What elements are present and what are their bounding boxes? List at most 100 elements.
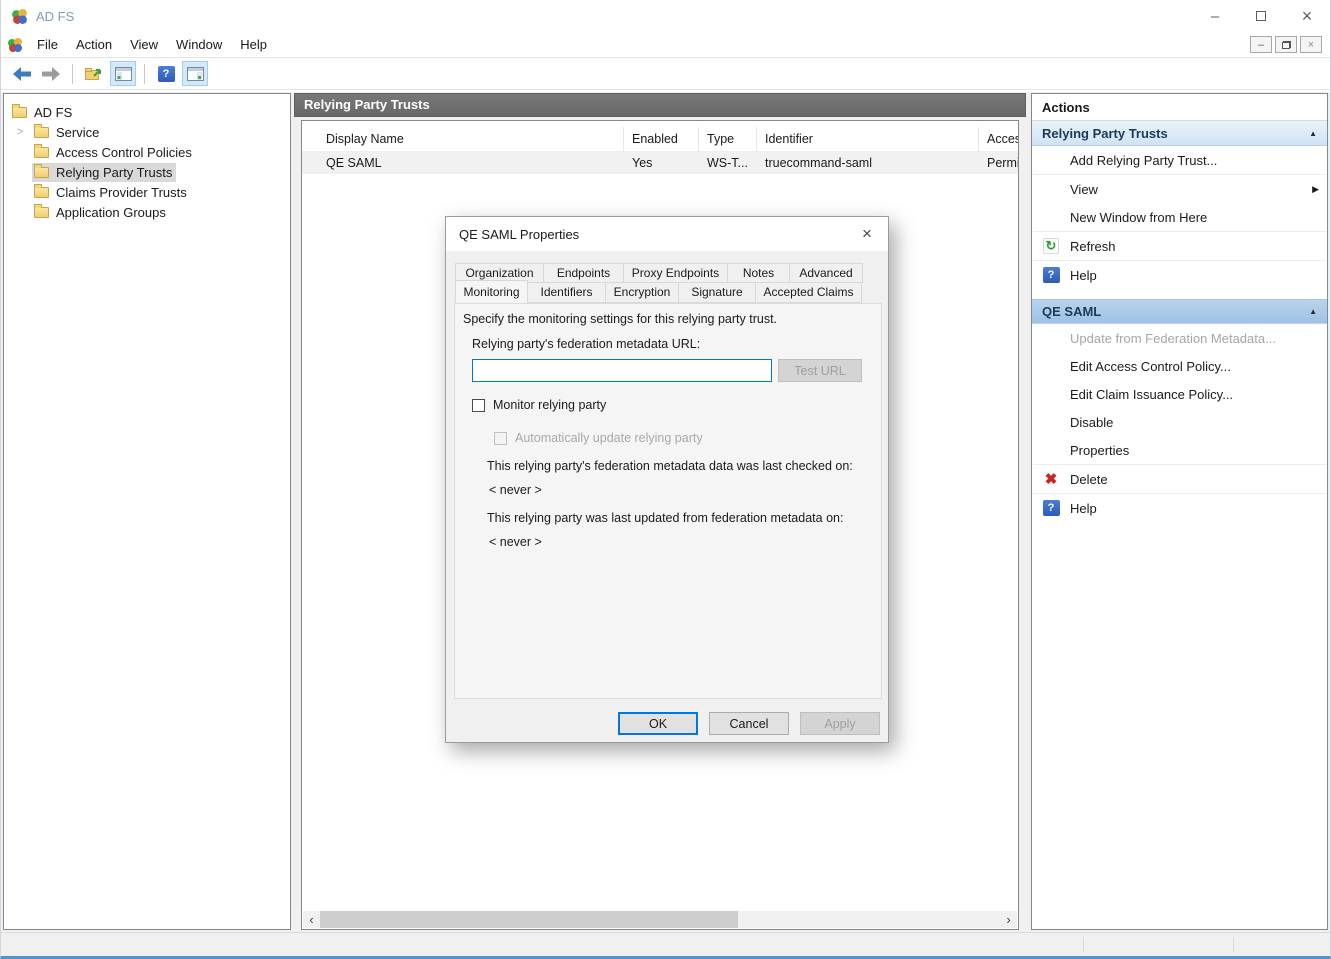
tree-node-access-control-policies[interactable]: Access Control Policies bbox=[4, 142, 290, 162]
refresh-icon-wrap: ↻ bbox=[1041, 238, 1061, 254]
toolbar-separator bbox=[144, 64, 145, 84]
action-edit-access-control-policy[interactable]: Edit Access Control Policy... bbox=[1032, 352, 1327, 380]
column-header-enabled[interactable]: Enabled bbox=[624, 127, 699, 151]
tab-accepted-claims[interactable]: Accepted Claims bbox=[755, 282, 862, 303]
maximize-icon bbox=[1256, 11, 1266, 21]
tab-advanced[interactable]: Advanced bbox=[789, 263, 863, 283]
help-icon-wrap: ? bbox=[1041, 500, 1061, 516]
title-bar: AD FS – × bbox=[1, 0, 1330, 32]
table-row-qe-saml[interactable]: QE SAML Yes WS-T... truecommand-saml Per… bbox=[302, 152, 1018, 174]
column-header-type[interactable]: Type bbox=[699, 127, 757, 151]
mdi-minimize-button[interactable]: – bbox=[1250, 36, 1272, 53]
toolbar: ? bbox=[1, 58, 1330, 90]
tab-signature[interactable]: Signature bbox=[678, 282, 756, 303]
action-label: Edit Claim Issuance Policy... bbox=[1070, 387, 1233, 402]
action-view[interactable]: View ▶ bbox=[1032, 175, 1327, 203]
menu-window[interactable]: Window bbox=[167, 34, 231, 55]
horizontal-scrollbar[interactable]: ‹ › bbox=[303, 911, 1017, 928]
minimize-button[interactable]: – bbox=[1192, 0, 1238, 32]
back-button[interactable] bbox=[9, 61, 35, 86]
action-disable[interactable]: Disable bbox=[1032, 408, 1327, 436]
collapse-arrow-icon[interactable]: ▲ bbox=[1309, 129, 1317, 138]
tab-notes[interactable]: Notes bbox=[727, 263, 790, 283]
tab-monitoring[interactable]: Monitoring bbox=[455, 280, 528, 303]
show-console-tree-button[interactable] bbox=[110, 61, 136, 86]
action-label: Add Relying Party Trust... bbox=[1070, 153, 1217, 168]
action-label: View bbox=[1070, 182, 1098, 197]
menu-view[interactable]: View bbox=[121, 34, 167, 55]
menu-file[interactable]: File bbox=[28, 34, 67, 55]
action-label: Help bbox=[1070, 501, 1097, 516]
actions-panel-title: Actions bbox=[1032, 94, 1327, 121]
action-properties[interactable]: Properties bbox=[1032, 436, 1327, 464]
monitor-relying-party-checkbox-row[interactable]: Monitor relying party bbox=[472, 398, 606, 412]
toolbar-separator bbox=[72, 64, 73, 84]
last-checked-label: This relying party's federation metadata… bbox=[487, 459, 853, 473]
scroll-right-icon[interactable]: › bbox=[1000, 911, 1017, 928]
action-pane-icon bbox=[187, 67, 204, 81]
action-add-relying-party-trust[interactable]: Add Relying Party Trust... bbox=[1032, 146, 1327, 174]
menu-help[interactable]: Help bbox=[231, 34, 276, 55]
column-header-access-control-policy[interactable]: Access Control Policy bbox=[979, 127, 1018, 151]
action-new-window-from-here[interactable]: New Window from Here bbox=[1032, 203, 1327, 231]
column-header-identifier[interactable]: Identifier bbox=[757, 127, 979, 151]
dialog-tabs: Organization Endpoints Proxy Endpoints N… bbox=[456, 263, 878, 303]
dialog-close-button[interactable]: × bbox=[846, 217, 888, 251]
tab-endpoints[interactable]: Endpoints bbox=[543, 263, 624, 283]
close-icon: × bbox=[862, 224, 872, 244]
actions-section-qe-saml[interactable]: QE SAML ▲ bbox=[1032, 299, 1327, 324]
folder-icon bbox=[34, 187, 49, 198]
show-action-pane-button[interactable] bbox=[182, 61, 208, 86]
checkbox-unchecked-icon[interactable] bbox=[472, 399, 485, 412]
mdi-close-button[interactable]: × bbox=[1300, 36, 1322, 53]
action-label: Delete bbox=[1070, 472, 1108, 487]
tree-selection-highlight: Relying Party Trusts bbox=[32, 163, 176, 182]
mdi-restore-icon bbox=[1282, 41, 1291, 49]
action-refresh[interactable]: ↻ Refresh bbox=[1032, 232, 1327, 260]
auto-update-checkbox-row: Automatically update relying party bbox=[494, 431, 703, 445]
test-url-button: Test URL bbox=[778, 359, 862, 382]
action-edit-claim-issuance-policy[interactable]: Edit Claim Issuance Policy... bbox=[1032, 380, 1327, 408]
tree-node-claims-provider-trusts[interactable]: Claims Provider Trusts bbox=[4, 182, 290, 202]
adfs-app-icon bbox=[11, 8, 28, 25]
forward-button[interactable] bbox=[38, 61, 64, 86]
cancel-button[interactable]: Cancel bbox=[709, 712, 789, 735]
close-button[interactable]: × bbox=[1284, 0, 1330, 32]
tree-node-label: AD FS bbox=[34, 105, 72, 120]
folder-icon bbox=[34, 167, 49, 178]
scroll-left-icon[interactable]: ‹ bbox=[303, 911, 320, 928]
section-header-label: Relying Party Trusts bbox=[1042, 126, 1168, 141]
action-delete[interactable]: ✖ Delete bbox=[1032, 465, 1327, 493]
monitoring-tab-content: Specify the monitoring settings for this… bbox=[454, 303, 882, 699]
actions-panel: Actions Relying Party Trusts ▲ Add Relyi… bbox=[1031, 93, 1328, 930]
action-help-rpt[interactable]: ? Help bbox=[1032, 261, 1327, 289]
tree-node-adfs-root[interactable]: AD FS bbox=[4, 102, 290, 122]
tab-encryption[interactable]: Encryption bbox=[605, 282, 679, 303]
tab-identifiers[interactable]: Identifiers bbox=[527, 282, 606, 303]
section-header-label: QE SAML bbox=[1042, 304, 1101, 319]
back-arrow-icon bbox=[13, 67, 31, 81]
mdi-restore-button[interactable] bbox=[1275, 36, 1297, 53]
tree-node-service[interactable]: > Service bbox=[4, 122, 290, 142]
tree-node-application-groups[interactable]: Application Groups bbox=[4, 202, 290, 222]
action-help-qe-saml[interactable]: ? Help bbox=[1032, 494, 1327, 522]
tab-proxy-endpoints[interactable]: Proxy Endpoints bbox=[623, 263, 728, 283]
scrollbar-thumb[interactable] bbox=[320, 911, 738, 928]
menu-action[interactable]: Action bbox=[67, 34, 121, 55]
chevron-right-icon[interactable]: > bbox=[17, 126, 23, 138]
export-list-button[interactable] bbox=[81, 61, 107, 86]
column-header-display-name[interactable]: Display Name bbox=[302, 127, 624, 151]
last-updated-value: < never > bbox=[489, 535, 542, 549]
maximize-button[interactable] bbox=[1238, 0, 1284, 32]
submenu-arrow-icon: ▶ bbox=[1312, 184, 1319, 195]
tree-node-relying-party-trusts[interactable]: Relying Party Trusts bbox=[4, 162, 290, 182]
ok-button[interactable]: OK bbox=[618, 712, 698, 735]
action-label: Refresh bbox=[1070, 239, 1116, 254]
help-toolbar-button[interactable]: ? bbox=[153, 61, 179, 86]
dialog-title-bar[interactable]: QE SAML Properties × bbox=[446, 217, 888, 251]
help-icon: ? bbox=[158, 66, 175, 82]
federation-metadata-url-input[interactable] bbox=[472, 359, 772, 382]
checkbox-disabled-icon bbox=[494, 432, 507, 445]
actions-section-relying-party-trusts[interactable]: Relying Party Trusts ▲ bbox=[1032, 121, 1327, 146]
collapse-arrow-icon[interactable]: ▲ bbox=[1309, 307, 1317, 316]
